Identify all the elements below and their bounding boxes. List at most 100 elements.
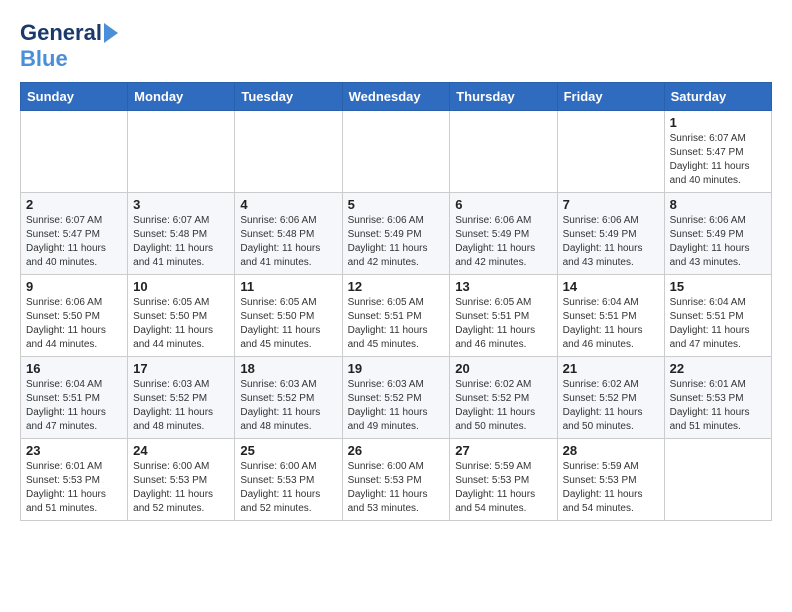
day-info: Sunrise: 6:07 AM Sunset: 5:47 PM Dayligh…	[670, 132, 766, 188]
day-info: Sunrise: 6:02 AM Sunset: 5:52 PM Dayligh…	[455, 378, 551, 434]
day-number: 4	[240, 197, 336, 212]
calendar-cell: 18 Sunrise: 6:03 AM Sunset: 5:52 PM Dayli…	[235, 357, 342, 439]
day-info: Sunrise: 6:05 AM Sunset: 5:50 PM Dayligh…	[133, 296, 229, 352]
calendar-cell: 14 Sunrise: 6:04 AM Sunset: 5:51 PM Dayli…	[557, 275, 664, 357]
calendar-cell	[664, 439, 771, 521]
day-number: 5	[348, 197, 445, 212]
calendar-week-1: 1 Sunrise: 6:07 AM Sunset: 5:47 PM Daylig…	[21, 111, 772, 193]
day-number: 12	[348, 279, 445, 294]
calendar-week-3: 9 Sunrise: 6:06 AM Sunset: 5:50 PM Daylig…	[21, 275, 772, 357]
day-number: 25	[240, 443, 336, 458]
calendar-cell: 8Sunrise: 6:06 AM Sunset: 5:49 PM Daylig…	[664, 193, 771, 275]
day-info: Sunrise: 6:05 AM Sunset: 5:50 PM Dayligh…	[240, 296, 336, 352]
calendar-cell: 21Sunrise: 6:02 AM Sunset: 5:52 PM Dayli…	[557, 357, 664, 439]
day-number: 22	[670, 361, 766, 376]
day-number: 6	[455, 197, 551, 212]
day-info: Sunrise: 6:07 AM Sunset: 5:48 PM Dayligh…	[133, 214, 229, 270]
day-info: Sunrise: 6:04 AM Sunset: 5:51 PM Dayligh…	[563, 296, 659, 352]
calendar-cell: 27Sunrise: 5:59 AM Sunset: 5:53 PM Dayli…	[450, 439, 557, 521]
calendar-cell	[342, 111, 450, 193]
day-info: Sunrise: 6:00 AM Sunset: 5:53 PM Dayligh…	[240, 460, 336, 516]
day-info: Sunrise: 6:06 AM Sunset: 5:48 PM Dayligh…	[240, 214, 336, 270]
calendar-cell: 7 Sunrise: 6:06 AM Sunset: 5:49 PM Daylig…	[557, 193, 664, 275]
logo-blue: Blue	[20, 46, 68, 72]
day-info: Sunrise: 6:03 AM Sunset: 5:52 PM Dayligh…	[240, 378, 336, 434]
day-info: Sunrise: 5:59 AM Sunset: 5:53 PM Dayligh…	[563, 460, 659, 516]
calendar-cell: 25 Sunrise: 6:00 AM Sunset: 5:53 PM Dayli…	[235, 439, 342, 521]
logo-general: General	[20, 20, 102, 46]
calendar-cell: 16 Sunrise: 6:04 AM Sunset: 5:51 PM Dayli…	[21, 357, 128, 439]
calendar-cell: 6Sunrise: 6:06 AM Sunset: 5:49 PM Daylig…	[450, 193, 557, 275]
day-info: Sunrise: 6:01 AM Sunset: 5:53 PM Dayligh…	[670, 378, 766, 434]
header-saturday: Saturday	[664, 83, 771, 111]
calendar-cell: 12 Sunrise: 6:05 AM Sunset: 5:51 PM Dayli…	[342, 275, 450, 357]
calendar-week-5: 23 Sunrise: 6:01 AM Sunset: 5:53 PM Dayli…	[21, 439, 772, 521]
day-info: Sunrise: 6:06 AM Sunset: 5:50 PM Dayligh…	[26, 296, 122, 352]
calendar-cell: 24 Sunrise: 6:00 AM Sunset: 5:53 PM Dayli…	[128, 439, 235, 521]
day-number: 2	[26, 197, 122, 212]
calendar-cell: 4 Sunrise: 6:06 AM Sunset: 5:48 PM Daylig…	[235, 193, 342, 275]
day-info: Sunrise: 6:05 AM Sunset: 5:51 PM Dayligh…	[455, 296, 551, 352]
day-number: 18	[240, 361, 336, 376]
day-info: Sunrise: 6:04 AM Sunset: 5:51 PM Dayligh…	[670, 296, 766, 352]
day-number: 1	[670, 115, 766, 130]
day-number: 24	[133, 443, 229, 458]
day-info: Sunrise: 6:04 AM Sunset: 5:51 PM Dayligh…	[26, 378, 122, 434]
day-number: 19	[348, 361, 445, 376]
day-number: 3	[133, 197, 229, 212]
calendar-cell	[557, 111, 664, 193]
calendar-cell: 5 Sunrise: 6:06 AM Sunset: 5:49 PM Daylig…	[342, 193, 450, 275]
calendar-header-row: SundayMondayTuesdayWednesdayThursdayFrid…	[21, 83, 772, 111]
calendar-cell: 28 Sunrise: 5:59 AM Sunset: 5:53 PM Dayli…	[557, 439, 664, 521]
day-info: Sunrise: 6:00 AM Sunset: 5:53 PM Dayligh…	[133, 460, 229, 516]
header-monday: Monday	[128, 83, 235, 111]
calendar-cell: 17 Sunrise: 6:03 AM Sunset: 5:52 PM Dayli…	[128, 357, 235, 439]
day-info: Sunrise: 6:00 AM Sunset: 5:53 PM Dayligh…	[348, 460, 445, 516]
calendar-cell: 2 Sunrise: 6:07 AM Sunset: 5:47 PM Daylig…	[21, 193, 128, 275]
day-number: 9	[26, 279, 122, 294]
day-number: 10	[133, 279, 229, 294]
day-info: Sunrise: 6:05 AM Sunset: 5:51 PM Dayligh…	[348, 296, 445, 352]
day-info: Sunrise: 6:06 AM Sunset: 5:49 PM Dayligh…	[348, 214, 445, 270]
calendar-cell: 15 Sunrise: 6:04 AM Sunset: 5:51 PM Dayli…	[664, 275, 771, 357]
calendar-cell	[235, 111, 342, 193]
day-number: 7	[563, 197, 659, 212]
calendar-cell: 11Sunrise: 6:05 AM Sunset: 5:50 PM Dayli…	[235, 275, 342, 357]
calendar-cell: 1 Sunrise: 6:07 AM Sunset: 5:47 PM Daylig…	[664, 111, 771, 193]
calendar-cell: 13Sunrise: 6:05 AM Sunset: 5:51 PM Dayli…	[450, 275, 557, 357]
day-info: Sunrise: 6:06 AM Sunset: 5:49 PM Dayligh…	[563, 214, 659, 270]
calendar-week-4: 16 Sunrise: 6:04 AM Sunset: 5:51 PM Dayli…	[21, 357, 772, 439]
day-info: Sunrise: 6:01 AM Sunset: 5:53 PM Dayligh…	[26, 460, 122, 516]
day-number: 20	[455, 361, 551, 376]
calendar-week-2: 2 Sunrise: 6:07 AM Sunset: 5:47 PM Daylig…	[21, 193, 772, 275]
day-info: Sunrise: 6:03 AM Sunset: 5:52 PM Dayligh…	[133, 378, 229, 434]
page-header: General Blue	[20, 20, 772, 72]
logo: General Blue	[20, 20, 118, 72]
day-number: 16	[26, 361, 122, 376]
day-info: Sunrise: 5:59 AM Sunset: 5:53 PM Dayligh…	[455, 460, 551, 516]
day-number: 26	[348, 443, 445, 458]
header-thursday: Thursday	[450, 83, 557, 111]
day-number: 23	[26, 443, 122, 458]
day-info: Sunrise: 6:02 AM Sunset: 5:52 PM Dayligh…	[563, 378, 659, 434]
day-info: Sunrise: 6:06 AM Sunset: 5:49 PM Dayligh…	[670, 214, 766, 270]
calendar-table: SundayMondayTuesdayWednesdayThursdayFrid…	[20, 82, 772, 521]
day-number: 14	[563, 279, 659, 294]
header-tuesday: Tuesday	[235, 83, 342, 111]
day-number: 17	[133, 361, 229, 376]
calendar-cell	[21, 111, 128, 193]
calendar-cell: 9 Sunrise: 6:06 AM Sunset: 5:50 PM Daylig…	[21, 275, 128, 357]
day-info: Sunrise: 6:07 AM Sunset: 5:47 PM Dayligh…	[26, 214, 122, 270]
calendar-cell: 10 Sunrise: 6:05 AM Sunset: 5:50 PM Dayli…	[128, 275, 235, 357]
logo-arrow-icon	[104, 23, 118, 43]
calendar-cell: 26 Sunrise: 6:00 AM Sunset: 5:53 PM Dayli…	[342, 439, 450, 521]
calendar-cell: 23 Sunrise: 6:01 AM Sunset: 5:53 PM Dayli…	[21, 439, 128, 521]
day-info: Sunrise: 6:03 AM Sunset: 5:52 PM Dayligh…	[348, 378, 445, 434]
header-wednesday: Wednesday	[342, 83, 450, 111]
calendar-cell	[128, 111, 235, 193]
day-number: 15	[670, 279, 766, 294]
header-friday: Friday	[557, 83, 664, 111]
calendar-cell: 19 Sunrise: 6:03 AM Sunset: 5:52 PM Dayli…	[342, 357, 450, 439]
header-sunday: Sunday	[21, 83, 128, 111]
day-number: 28	[563, 443, 659, 458]
